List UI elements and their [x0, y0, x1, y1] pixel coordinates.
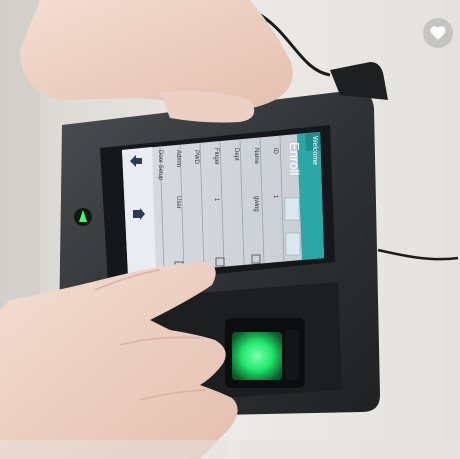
- row-value-name: gwing: [253, 196, 259, 212]
- up-arrow-icon[interactable]: [130, 154, 142, 167]
- row-label-admin: Admin: [175, 150, 181, 168]
- device-photo: [0, 0, 460, 459]
- photo-frame: Welcome Enroll ID 1 Name gwing Dept Fing…: [0, 0, 460, 459]
- row-label-finger: Finger: [213, 148, 219, 166]
- row-value-finger: 1: [213, 198, 219, 202]
- row-value-admin: User: [175, 196, 181, 209]
- row-label-name: Name: [253, 148, 259, 165]
- row-label-id: ID: [272, 148, 278, 154]
- home-arrow-icon[interactable]: [133, 207, 145, 220]
- row-label-dept: Dept: [233, 148, 239, 161]
- status-title: Welcome: [311, 136, 318, 166]
- header-title: Enroll: [287, 142, 302, 176]
- row-label-door-setup: Door Setup: [157, 150, 163, 181]
- favorite-button[interactable]: [423, 18, 453, 48]
- heart-icon: [430, 26, 446, 40]
- row-label-pwd: PWD: [193, 150, 199, 164]
- row-value-id: 1: [272, 195, 278, 199]
